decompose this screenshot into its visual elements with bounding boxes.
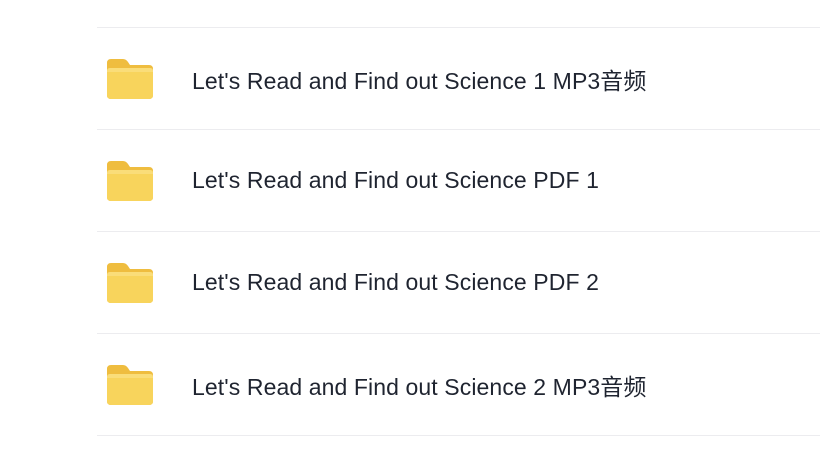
folder-name: Let's Read and Find out Science 2 MP3音频 — [192, 373, 647, 400]
folder-list: Let's Read and Find out Science 1 MP3音频 … — [97, 27, 820, 436]
folder-icon — [105, 261, 155, 305]
folder-icon — [105, 57, 155, 101]
folder-row-1[interactable]: Let's Read and Find out Science 1 MP3音频 — [97, 28, 820, 129]
folder-row-4[interactable]: Let's Read and Find out Science 2 MP3音频 — [97, 334, 820, 435]
folder-name: Let's Read and Find out Science 1 MP3音频 — [192, 67, 647, 94]
divider — [97, 435, 820, 436]
folder-icon — [105, 363, 155, 407]
folder-row-2[interactable]: Let's Read and Find out Science PDF 1 — [97, 130, 820, 231]
folder-row-3[interactable]: Let's Read and Find out Science PDF 2 — [97, 232, 820, 333]
folder-name: Let's Read and Find out Science PDF 2 — [192, 269, 599, 295]
folder-icon — [105, 159, 155, 203]
folder-name: Let's Read and Find out Science PDF 1 — [192, 167, 599, 193]
